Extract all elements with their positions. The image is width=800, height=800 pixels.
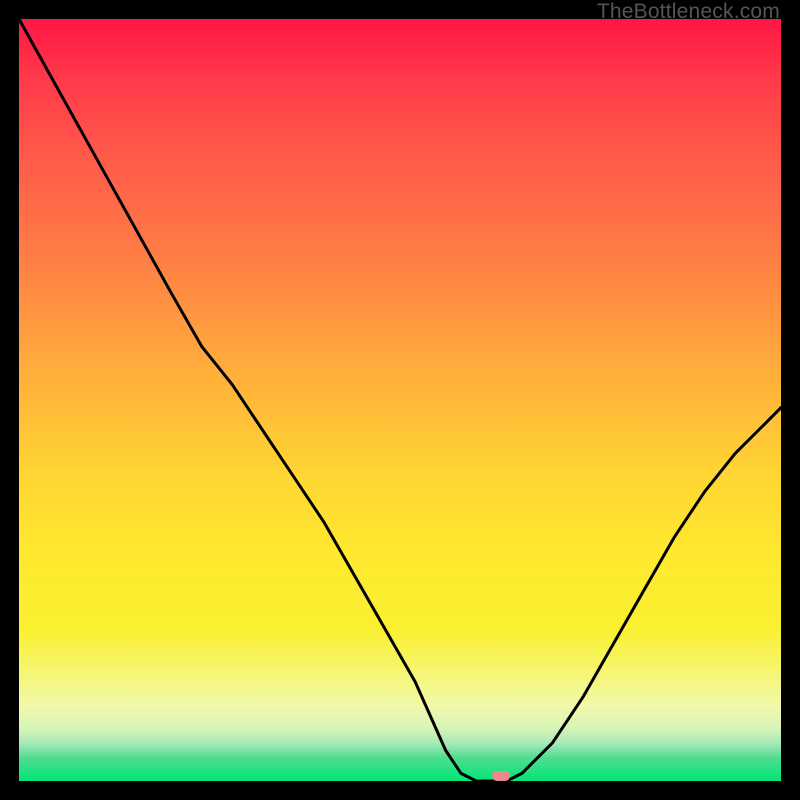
bottleneck-curve bbox=[19, 19, 781, 781]
optimal-point-marker bbox=[492, 771, 510, 781]
chart-area bbox=[19, 19, 781, 781]
